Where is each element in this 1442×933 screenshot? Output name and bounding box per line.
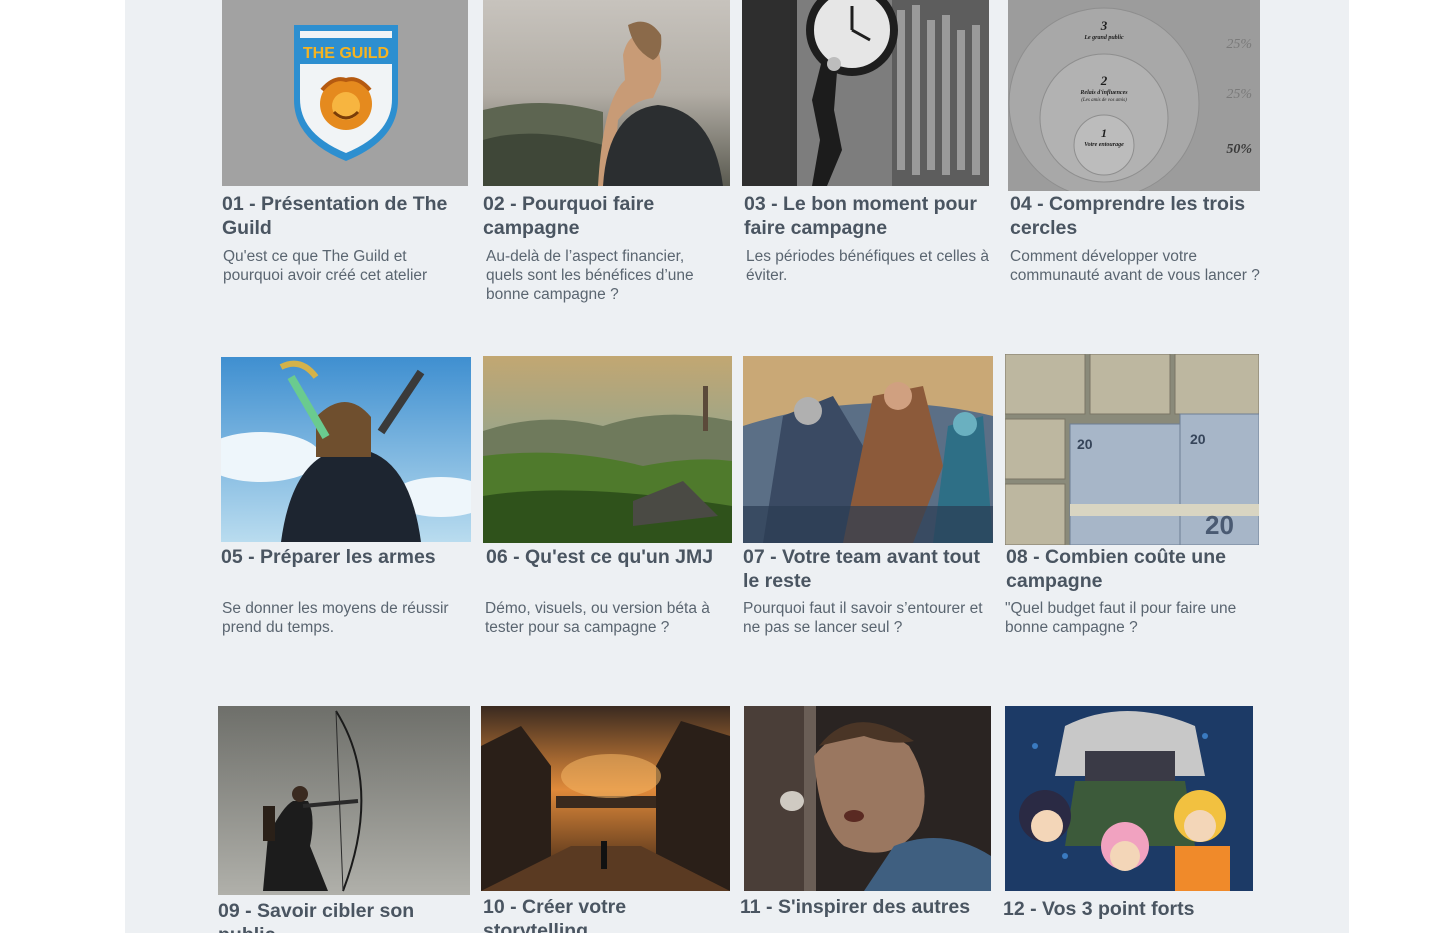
- circle-1-label: Votre entourage: [1084, 142, 1124, 148]
- lesson-card-07[interactable]: 07 - Votre team avant tout le reste Pour…: [743, 356, 998, 656]
- lesson-card-12[interactable]: 12 - Vos 3 point forts: [1003, 706, 1260, 933]
- lesson-title[interactable]: 11 - S'inspirer des autres: [740, 895, 990, 919]
- lesson-card-11[interactable]: 11 - S'inspirer des autres: [740, 706, 999, 933]
- svg-text:20: 20: [1077, 436, 1093, 452]
- lesson-title[interactable]: 07 - Votre team avant tout le reste: [743, 545, 995, 593]
- lesson-thumb-archer[interactable]: [218, 706, 470, 895]
- lesson-thumb-clock-man[interactable]: [742, 0, 989, 186]
- circle-3-percent: 25%: [1226, 37, 1252, 52]
- lesson-card-03[interactable]: 03 - Le bon moment pour faire campagne L…: [742, 0, 997, 320]
- lesson-thumb-fantasy-heroes[interactable]: [743, 356, 993, 543]
- lesson-card-01[interactable]: THE GUILD 01 - Présentation de The Guild…: [222, 0, 472, 320]
- circle-2-number: 2: [1100, 73, 1108, 88]
- lesson-description: Se donner les moyens de réussir prend du…: [222, 600, 449, 636]
- lesson-title[interactable]: 05 - Préparer les armes: [221, 545, 471, 569]
- lesson-thumb-banknotes[interactable]: 20 20 20: [1005, 354, 1259, 545]
- lesson-card-06[interactable]: 06 - Qu'est ce qu'un JMJ Démo, visuels, …: [483, 356, 738, 656]
- circle-2-sub: (Les amis de vos amis): [1081, 98, 1127, 103]
- lesson-thumb-boy-door[interactable]: [744, 706, 991, 891]
- circle-3-label: Le grand public: [1083, 35, 1124, 41]
- lesson-card-02[interactable]: 02 - Pourquoi faire campagne Au-delà de …: [483, 0, 733, 320]
- lesson-thumb-anime-swordsman[interactable]: [221, 357, 471, 542]
- guild-logo-text: THE GUILD: [303, 45, 389, 62]
- lesson-thumb-anime-ninjas[interactable]: [1005, 706, 1253, 891]
- lesson-thumb-game-landscape[interactable]: [483, 356, 732, 543]
- lesson-title[interactable]: 08 - Combien coûte une campagne: [1006, 545, 1258, 593]
- circle-1-percent: 50%: [1226, 142, 1252, 157]
- circle-2-percent: 25%: [1226, 87, 1252, 102]
- lesson-description: Démo, visuels, ou version béta à tester …: [485, 600, 710, 636]
- lesson-description: Les périodes bénéfiques et celles à évit…: [746, 248, 989, 284]
- lesson-thumb-guild-logo[interactable]: THE GUILD: [222, 0, 468, 186]
- lesson-description: Qu'est ce que The Guild et pourquoi avoi…: [223, 248, 428, 284]
- lesson-thumb-fantasy-town[interactable]: [481, 706, 730, 891]
- lessons-panel: THE GUILD 01 - Présentation de The Guild…: [125, 0, 1349, 933]
- lesson-thumb-three-circles[interactable]: 3 Le grand public 2 Relais d'influences …: [1008, 0, 1260, 191]
- lesson-title[interactable]: 02 - Pourquoi faire campagne: [483, 192, 723, 240]
- lesson-description: Comment développer votre communauté avan…: [1010, 248, 1260, 284]
- circle-1-number: 1: [1101, 126, 1107, 140]
- lesson-description: Au-delà de l’aspect financier, quels son…: [486, 248, 694, 303]
- svg-text:20: 20: [1190, 431, 1206, 447]
- lesson-title[interactable]: 12 - Vos 3 point forts: [1003, 897, 1253, 921]
- lesson-title[interactable]: 06 - Qu'est ce qu'un JMJ: [486, 545, 736, 569]
- lesson-title[interactable]: 10 - Créer votre storytelling: [483, 895, 713, 933]
- lesson-card-09[interactable]: 09 - Savoir cibler son public: [218, 706, 473, 933]
- circle-2-label: Relais d'influences: [1079, 90, 1128, 96]
- lesson-description: Pourquoi faut il savoir s’entourer et ne…: [743, 600, 983, 636]
- lesson-card-08[interactable]: 20 20 20 08 - Combien coûte une campagne…: [1005, 354, 1260, 654]
- circle-3-number: 3: [1100, 18, 1108, 33]
- lesson-title[interactable]: 04 - Comprendre les trois cercles: [1010, 192, 1262, 240]
- lesson-card-05[interactable]: 05 - Préparer les armes Se donner les mo…: [221, 357, 476, 657]
- lesson-title[interactable]: 09 - Savoir cibler son public: [218, 899, 458, 933]
- lesson-title[interactable]: 01 - Présentation de The Guild: [222, 192, 472, 240]
- lesson-thumb-man-landscape[interactable]: [483, 0, 730, 186]
- svg-text:20: 20: [1205, 510, 1234, 540]
- lesson-title[interactable]: 03 - Le bon moment pour faire campagne: [744, 192, 994, 240]
- lesson-description: "Quel budget faut il pour faire une bonn…: [1005, 600, 1237, 636]
- lesson-card-10[interactable]: 10 - Créer votre storytelling: [481, 706, 736, 933]
- lesson-card-04[interactable]: 3 Le grand public 2 Relais d'influences …: [1008, 0, 1263, 320]
